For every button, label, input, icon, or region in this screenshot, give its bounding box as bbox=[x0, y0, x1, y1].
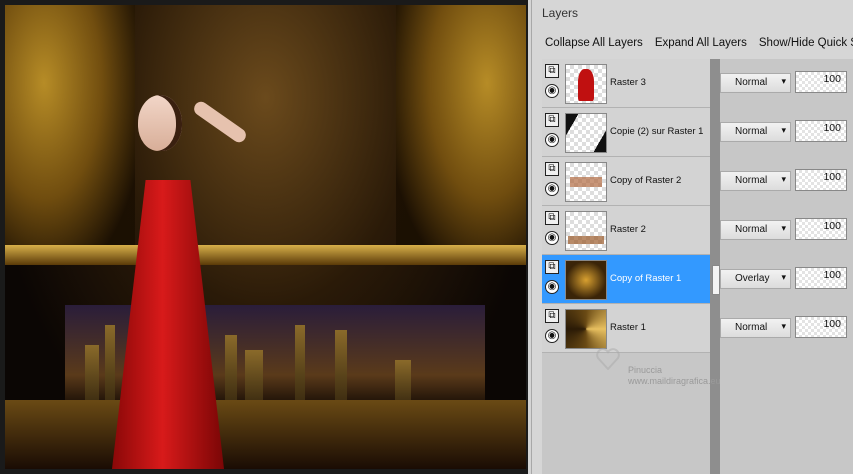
layer-thumbnail bbox=[565, 211, 607, 251]
blend-mode-value: Normal bbox=[735, 126, 768, 137]
expand-all-button[interactable]: Expand All Layers bbox=[655, 37, 747, 49]
dropdown-arrow-icon: ▾ bbox=[781, 174, 786, 184]
dropdown-arrow-icon: ▾ bbox=[781, 76, 786, 86]
heart-watermark-icon bbox=[596, 348, 620, 370]
layer-row[interactable]: ⧉ ◉ Raster 2 Normal ▾ 100 bbox=[542, 206, 853, 255]
opacity-value: 100 bbox=[823, 220, 841, 232]
layer-row-left[interactable]: ⧉ ◉ Raster 1 bbox=[542, 304, 710, 353]
red-dress bbox=[112, 180, 224, 469]
panel-title: Layers bbox=[542, 6, 579, 20]
layers-toolbar: Collapse All Layers Expand All Layers Sh… bbox=[532, 32, 853, 54]
blend-mode-value: Normal bbox=[735, 224, 768, 235]
layer-row[interactable]: ⧉ ◉ Raster 3 Normal ▾ 100 bbox=[542, 59, 853, 108]
figure-arm bbox=[191, 99, 249, 145]
visibility-eye-icon[interactable]: ◉ bbox=[545, 133, 559, 147]
watermark-author: Pinuccia bbox=[628, 365, 663, 375]
blend-mode-dropdown[interactable]: Normal ▾ bbox=[720, 318, 791, 338]
blend-mode-dropdown[interactable]: Overlay ▾ bbox=[720, 269, 791, 289]
blend-mode-dropdown[interactable]: Normal ▾ bbox=[720, 122, 791, 142]
collapse-all-button[interactable]: Collapse All Layers bbox=[545, 37, 643, 49]
dropdown-arrow-icon: ▾ bbox=[781, 125, 786, 135]
opacity-value: 100 bbox=[823, 269, 841, 281]
layer-name: Copy of Raster 2 bbox=[610, 175, 682, 186]
visibility-eye-icon[interactable]: ◉ bbox=[545, 329, 559, 343]
layers-panel: Layers Collapse All Layers Expand All La… bbox=[531, 0, 853, 474]
visibility-eye-icon[interactable]: ◉ bbox=[545, 84, 559, 98]
layer-row[interactable]: ⧉ ◉ Copy of Raster 2 Normal ▾ 100 bbox=[542, 157, 853, 206]
opacity-field[interactable]: 100 bbox=[795, 71, 847, 93]
opacity-field[interactable]: 100 bbox=[795, 169, 847, 191]
layer-row-left[interactable]: ⧉ ◉ Raster 3 bbox=[542, 59, 710, 108]
layer-thumbnail bbox=[565, 64, 607, 104]
blend-mode-value: Normal bbox=[735, 322, 768, 333]
blend-mode-value: Overlay bbox=[735, 273, 770, 284]
layer-type-icon[interactable]: ⧉ bbox=[545, 260, 559, 274]
layer-row-left[interactable]: ⧉ ◉ Raster 2 bbox=[542, 206, 710, 255]
blend-mode-dropdown[interactable]: Normal ▾ bbox=[720, 220, 791, 240]
layer-thumbnail bbox=[565, 113, 607, 153]
layer-name: Copie (2) sur Raster 1 bbox=[610, 126, 704, 137]
watermark-url: www.maildiragrafica.eu bbox=[628, 376, 721, 386]
opacity-field[interactable]: 100 bbox=[795, 218, 847, 240]
layer-name: Raster 3 bbox=[610, 77, 646, 88]
dropdown-arrow-icon: ▾ bbox=[781, 223, 786, 233]
show-hide-quick-search-button[interactable]: Show/Hide Quick Se bbox=[759, 37, 853, 49]
layer-thumbnail bbox=[565, 162, 607, 202]
layer-type-icon[interactable]: ⧉ bbox=[545, 309, 559, 323]
layer-row-left[interactable]: ⧉ ◉ Copy of Raster 1 bbox=[542, 255, 710, 304]
blend-mode-value: Normal bbox=[735, 77, 768, 88]
opacity-value: 100 bbox=[823, 73, 841, 85]
image-canvas[interactable] bbox=[5, 5, 526, 469]
layer-row[interactable]: ⧉ ◉ Copie (2) sur Raster 1 Normal ▾ 100 bbox=[542, 108, 853, 157]
opacity-value: 100 bbox=[823, 171, 841, 183]
layer-row-left[interactable]: ⧉ ◉ Copy of Raster 2 bbox=[542, 157, 710, 206]
visibility-eye-icon[interactable]: ◉ bbox=[545, 280, 559, 294]
visibility-eye-icon[interactable]: ◉ bbox=[545, 182, 559, 196]
blend-mode-value: Normal bbox=[735, 175, 768, 186]
layer-type-icon[interactable]: ⧉ bbox=[545, 64, 559, 78]
dropdown-arrow-icon: ▾ bbox=[781, 321, 786, 331]
layer-thumbnail bbox=[565, 260, 607, 300]
stage-floor bbox=[5, 245, 526, 265]
canvas-frame bbox=[0, 0, 528, 474]
blend-mode-dropdown[interactable]: Normal ▾ bbox=[720, 73, 791, 93]
opacity-field[interactable]: 100 bbox=[795, 316, 847, 338]
watermark-text: Pinuccia www.maildiragrafica.eu bbox=[628, 365, 721, 387]
figure-head bbox=[138, 95, 182, 151]
layer-name: Copy of Raster 1 bbox=[610, 273, 682, 284]
opacity-value: 100 bbox=[823, 122, 841, 134]
layer-name: Raster 1 bbox=[610, 322, 646, 333]
curtain-right bbox=[396, 5, 526, 265]
woman-figure bbox=[100, 85, 249, 469]
layer-row[interactable]: ⧉ ◉ Raster 1 Normal ▾ 100 bbox=[542, 304, 853, 353]
water-reflection bbox=[5, 400, 526, 469]
opacity-field[interactable]: 100 bbox=[795, 267, 847, 289]
layer-thumbnail bbox=[565, 309, 607, 349]
layer-type-icon[interactable]: ⧉ bbox=[545, 162, 559, 176]
layer-type-icon[interactable]: ⧉ bbox=[545, 113, 559, 127]
layer-row-selected[interactable]: ⧉ ◉ Copy of Raster 1 Overlay ▾ 100 bbox=[542, 255, 853, 304]
blend-mode-dropdown[interactable]: Normal ▾ bbox=[720, 171, 791, 191]
layer-name: Raster 2 bbox=[610, 224, 646, 235]
app-window: Layers Collapse All Layers Expand All La… bbox=[0, 0, 853, 474]
layer-type-icon[interactable]: ⧉ bbox=[545, 211, 559, 225]
dropdown-arrow-icon: ▾ bbox=[781, 272, 786, 282]
opacity-value: 100 bbox=[823, 318, 841, 330]
layer-row-left[interactable]: ⧉ ◉ Copie (2) sur Raster 1 bbox=[542, 108, 710, 157]
visibility-eye-icon[interactable]: ◉ bbox=[545, 231, 559, 245]
layer-list: ⧉ ◉ Raster 3 Normal ▾ 100 ⧉ ◉ Copie (2) … bbox=[542, 59, 853, 474]
opacity-field[interactable]: 100 bbox=[795, 120, 847, 142]
